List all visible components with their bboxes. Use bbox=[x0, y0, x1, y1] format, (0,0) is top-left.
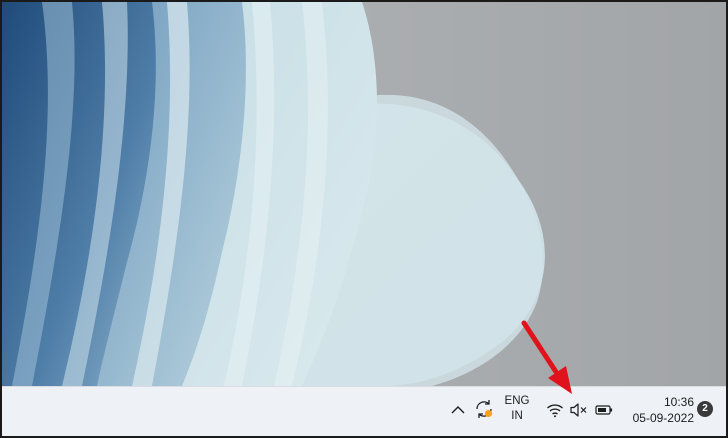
sync-icon bbox=[476, 400, 493, 418]
wifi-icon bbox=[547, 404, 563, 418]
wallpaper bbox=[2, 2, 726, 386]
volume-muted-icon bbox=[570, 403, 587, 417]
volume-button[interactable] bbox=[568, 399, 590, 421]
clock[interactable]: 10:36 05-09-2022 bbox=[624, 394, 694, 426]
taskbar: ENG IN 10:36 05-09-2022 2 bbox=[2, 386, 726, 436]
clock-time: 10:36 bbox=[663, 395, 694, 409]
notification-badge[interactable]: 2 bbox=[697, 401, 713, 417]
chevron-up-icon bbox=[451, 406, 465, 414]
language-code: ENG bbox=[504, 395, 530, 407]
battery-button[interactable] bbox=[593, 399, 615, 421]
show-hidden-icons-button[interactable] bbox=[449, 399, 467, 421]
clock-date: 05-09-2022 bbox=[632, 411, 694, 425]
language-region: IN bbox=[511, 410, 523, 422]
language-indicator[interactable]: ENG IN bbox=[500, 394, 534, 424]
desktop-window: ENG IN 10:36 05-09-2022 2 bbox=[0, 0, 728, 438]
battery-icon bbox=[595, 405, 613, 415]
sync-button[interactable] bbox=[472, 397, 496, 421]
network-button[interactable] bbox=[545, 399, 565, 421]
